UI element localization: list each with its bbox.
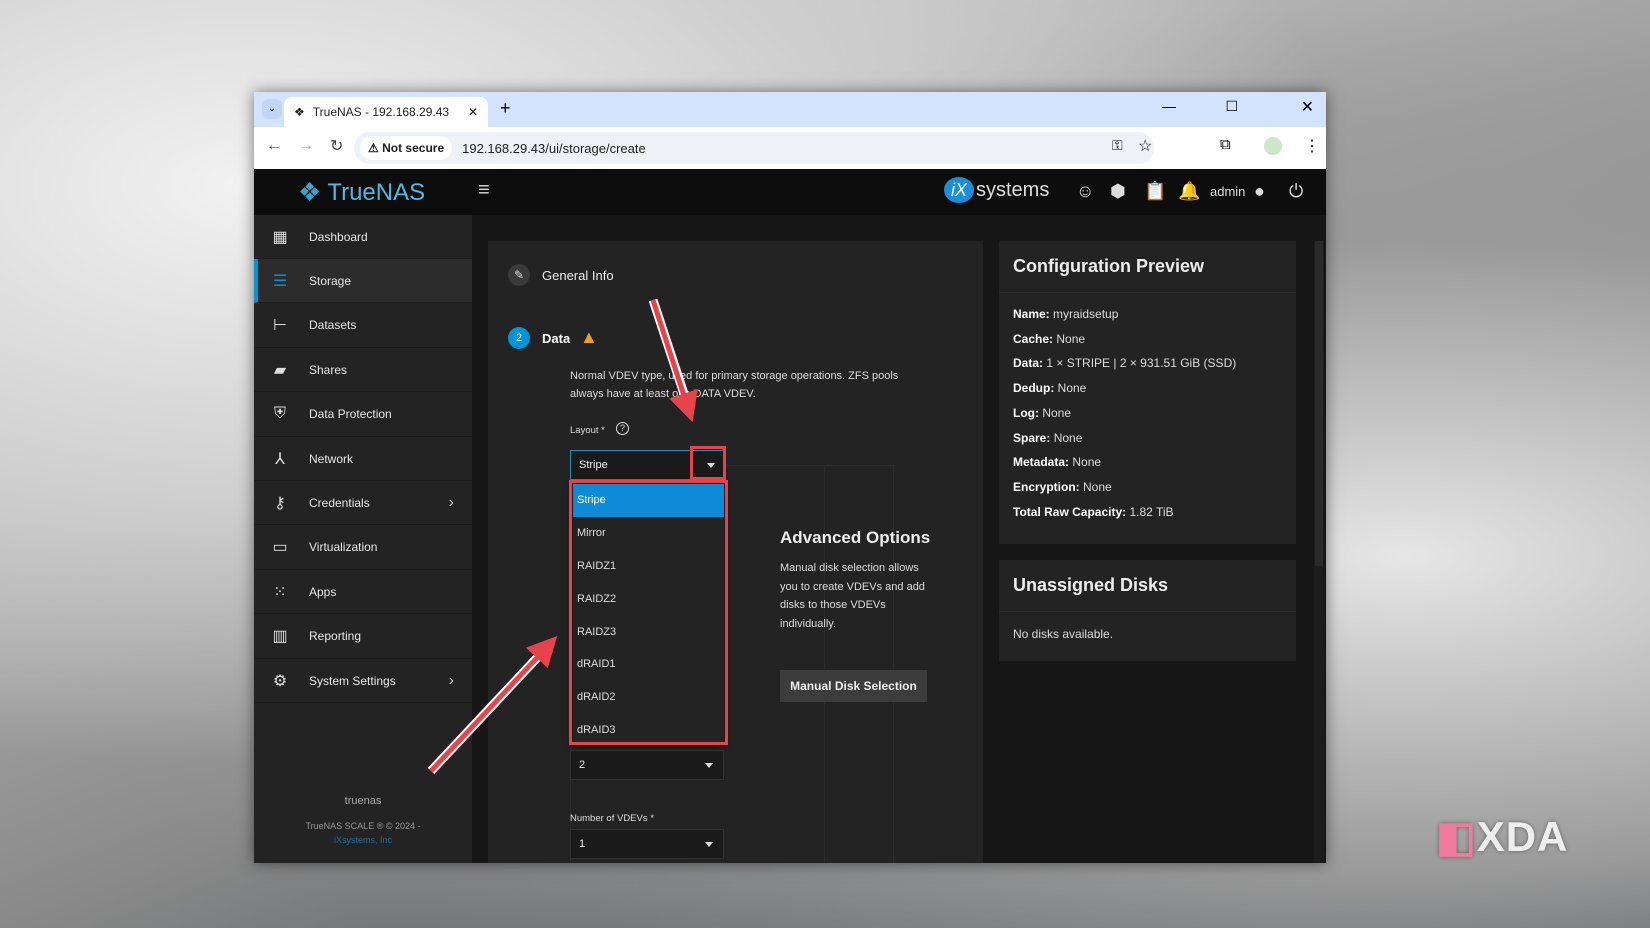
watermark-text: XDA xyxy=(1476,813,1569,860)
xda-watermark: ◧XDA xyxy=(1436,812,1568,861)
annotation-arrows xyxy=(427,298,698,775)
red-arrow-up xyxy=(429,636,558,773)
red-arrow-down xyxy=(650,299,698,423)
xda-logo-icon: ◧ xyxy=(1436,813,1477,860)
